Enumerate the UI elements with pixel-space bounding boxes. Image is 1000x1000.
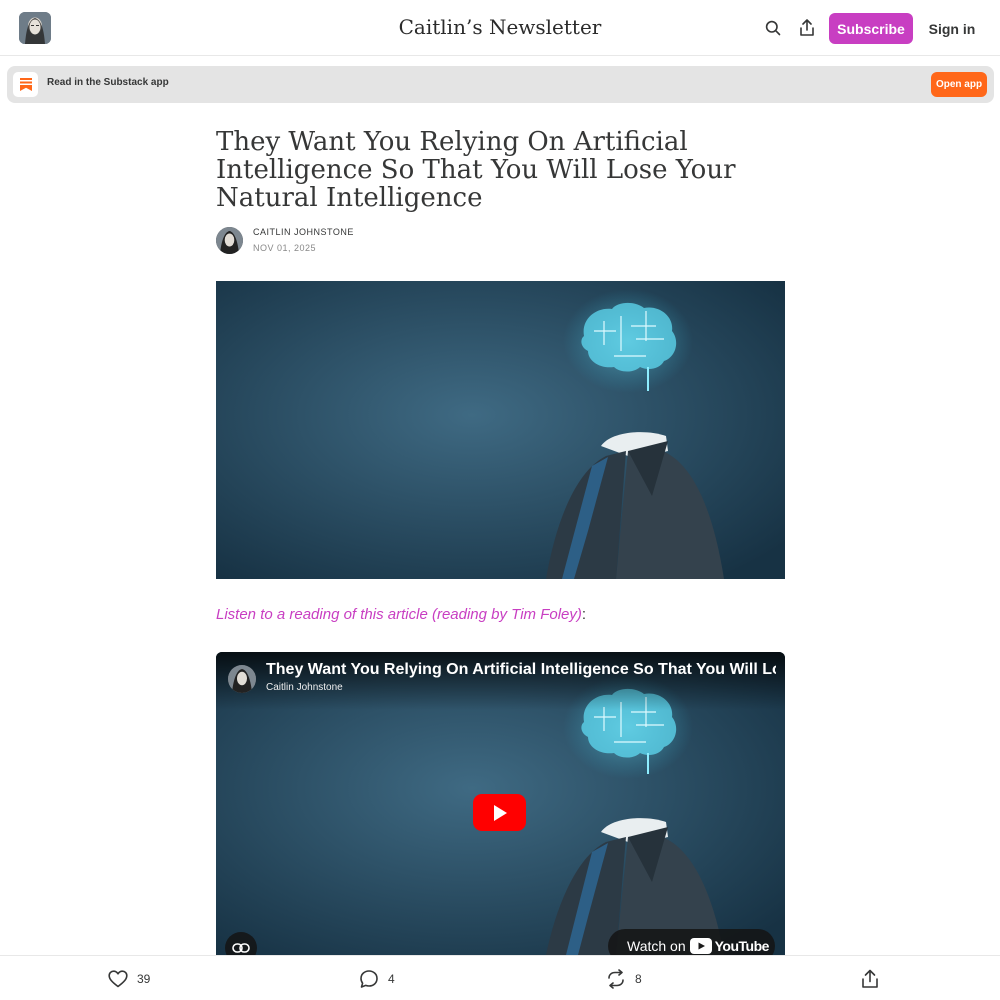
listen-paragraph: Listen to a reading of this article (rea… [216, 606, 586, 623]
listen-suffix: : [581, 606, 587, 623]
share-button[interactable] [861, 968, 879, 990]
share-icon [862, 969, 878, 988]
youtube-play-icon [689, 938, 712, 954]
play-icon [493, 804, 507, 821]
restack-count: 8 [635, 972, 642, 986]
app-banner: Read in the Substack app Open app [7, 66, 994, 103]
substack-logo-icon [13, 72, 38, 97]
restack-button[interactable]: 8 [606, 968, 642, 990]
play-button[interactable] [473, 794, 526, 831]
video-channel-name[interactable]: Caitlin Johnstone [266, 682, 343, 693]
channel-avatar[interactable] [228, 665, 256, 693]
article-title: They Want You Relying On Artificial Inte… [216, 127, 736, 213]
watch-on-label: Watch on [627, 938, 686, 954]
video-title[interactable]: They Want You Relying On Artificial Inte… [266, 661, 776, 679]
comment-button[interactable]: 4 [359, 968, 395, 990]
app-banner-text: Read in the Substack app [47, 77, 169, 88]
hero-image [216, 281, 785, 579]
author-name[interactable]: CAITLIN JOHNSTONE [253, 227, 354, 237]
like-button[interactable]: 39 [108, 968, 150, 990]
sign-in-button[interactable]: Sign in [924, 13, 980, 44]
link-icon [232, 943, 250, 953]
bottom-action-bar: 39 4 8 [0, 955, 1000, 1000]
comment-icon [360, 970, 378, 988]
author-avatar[interactable] [216, 227, 243, 254]
youtube-wordmark: YouTube [714, 938, 770, 954]
share-icon[interactable] [796, 17, 818, 39]
post-date: NOV 01, 2025 [253, 243, 317, 253]
youtube-logo: YouTube [689, 938, 770, 954]
search-icon[interactable] [762, 17, 784, 39]
open-app-button[interactable]: Open app [931, 72, 987, 97]
heart-icon [108, 970, 128, 988]
restack-icon [608, 969, 624, 989]
subscribe-button[interactable]: Subscribe [829, 13, 913, 44]
listen-link[interactable]: Listen to a reading of this article (rea… [216, 606, 582, 623]
top-bar: Caitlin’s Newsletter Subscribe Sign in [0, 0, 1000, 56]
watch-on-youtube-button[interactable]: Watch on YouTube [608, 929, 775, 955]
youtube-embed[interactable]: They Want You Relying On Artificial Inte… [216, 652, 785, 955]
like-count: 39 [137, 972, 151, 986]
comment-count: 4 [388, 972, 395, 986]
